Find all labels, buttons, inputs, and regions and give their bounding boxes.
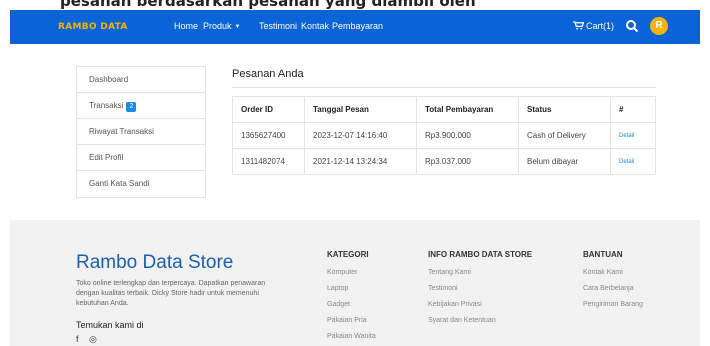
footer-info-heading: INFO RAMBO DATA STORE [428,250,533,259]
table-row: 1365627400 2023-12-07 14:16:40 Rp3.900.0… [232,122,656,149]
footer-kategori-heading: KATEGORI [327,250,369,259]
nav-testimoni[interactable]: Testimoni [259,21,297,31]
column-header-action: # [610,96,656,123]
column-header-order-id: Order ID [232,96,305,123]
cart-button[interactable]: Cart(1) [573,21,614,31]
sidebar-item-label: Transaksi [89,101,124,110]
brand-logo[interactable]: RAMBO DATA [58,22,128,32]
footer-link[interactable]: Komputer [327,265,376,281]
footer-link[interactable]: Kontak Kami [583,265,643,281]
page-title: Pesanan Anda [232,68,304,80]
account-sidebar: Dashboard Transaksi 2 Riwayat Transaksi E… [76,66,206,198]
column-header-total-pembayaran: Total Pembayaran [416,96,519,123]
table-row: 1311482074 2021-12-14 13:24:34 Rp3.037.0… [232,148,656,175]
top-caption-strip: pesanan berdasarkan pesanan yang diambil… [0,0,710,10]
title-divider [232,87,656,88]
sidebar-item-edit-profil[interactable]: Edit Profil [77,145,205,171]
nav-produk[interactable]: Produk ▼ [203,21,240,31]
sidebar-item-dashboard[interactable]: Dashboard [77,67,205,93]
table-header-row: Order ID Tanggal Pesan Total Pembayaran … [232,96,656,123]
footer-link[interactable]: Kebijakan Privasi [428,297,532,313]
sidebar-item-label: Dashboard [89,75,129,84]
nav-pembayaran[interactable]: Pembayaran [332,21,383,31]
footer-link[interactable]: Pengiriman Barang [583,297,643,313]
sidebar-item-label: Edit Profil [89,153,124,162]
nav-home[interactable]: Home [174,21,198,31]
footer-link[interactable]: Laptop [327,281,376,297]
nav-produk-label: Produk [203,21,232,31]
footer-find-us-label: Temukan kami di [76,320,144,330]
footer-info-column: INFO RAMBO DATA STORE Tentang Kami Testi… [428,250,532,329]
footer-store-name: Rambo Data Store [76,252,234,273]
cart-label: Cart(1) [586,21,615,31]
facebook-icon[interactable]: f [76,334,79,344]
footer-link[interactable]: Tentang Kami [428,265,532,281]
orders-table: Order ID Tanggal Pesan Total Pembayaran … [232,96,656,175]
footer-link[interactable]: Pakaian Pria [327,313,376,329]
order-date-cell: 2023-12-07 14:16:40 [304,122,417,149]
sidebar-item-label: Ganti Kata Sandi [89,179,150,188]
sidebar-item-label: Riwayat Transaksi [89,127,154,136]
search-icon[interactable] [625,19,639,33]
sidebar-item-riwayat-transaksi[interactable]: Riwayat Transaksi [77,119,205,145]
top-caption: pesanan berdasarkan pesanan yang diambil… [60,0,476,10]
footer-link[interactable]: Gadget [327,297,376,313]
instagram-icon[interactable]: ◎ [89,334,97,344]
detail-link[interactable]: Detail [610,122,656,149]
caret-down-icon: ▼ [234,23,241,30]
order-date-cell: 2021-12-14 13:24:34 [304,148,417,175]
order-status-cell: Belum dibayar [518,148,611,175]
footer-bantuan-heading: BANTUAN [583,250,623,259]
navbar: RAMBO DATA Home Produk ▼ Testimoni Kontak… [10,10,700,44]
footer-link[interactable]: Cara Berbelanja [583,281,643,297]
order-id-cell: 1365627400 [232,122,305,149]
order-status-cell: Cash of Delivery [518,122,611,149]
footer-store-description: Toko online terlengkap dan terpercaya. D… [76,280,266,307]
column-header-status: Status [518,96,611,123]
order-id-cell: 1311482074 [232,148,305,175]
sidebar-item-transaksi[interactable]: Transaksi 2 [77,93,205,119]
nav-kontak[interactable]: Kontak [301,21,329,31]
cart-icon [573,21,584,30]
footer-link[interactable]: Pakaian Wanita [327,329,376,345]
footer-bantuan-column: BANTUAN Kontak Kami Cara Berbelanja Peng… [583,250,643,313]
footer: Rambo Data Store Toko online terlengkap … [10,220,700,346]
footer-kategori-column: KATEGORI Komputer Laptop Gadget Pakaian … [327,250,376,345]
transaction-count-badge: 2 [126,102,137,112]
avatar[interactable]: R [650,17,668,35]
order-total-cell: Rp3.037.000 [416,148,519,175]
column-header-tanggal-pesan: Tanggal Pesan [304,96,417,123]
footer-link[interactable]: Syarat dan Ketentuan [428,313,532,329]
footer-social-links: f ◎ [76,334,105,345]
detail-link[interactable]: Detail [610,148,656,175]
order-total-cell: Rp3.900.000 [416,122,519,149]
footer-link[interactable]: Testimoni [428,281,532,297]
sidebar-item-ganti-kata-sandi[interactable]: Ganti Kata Sandi [77,171,205,197]
